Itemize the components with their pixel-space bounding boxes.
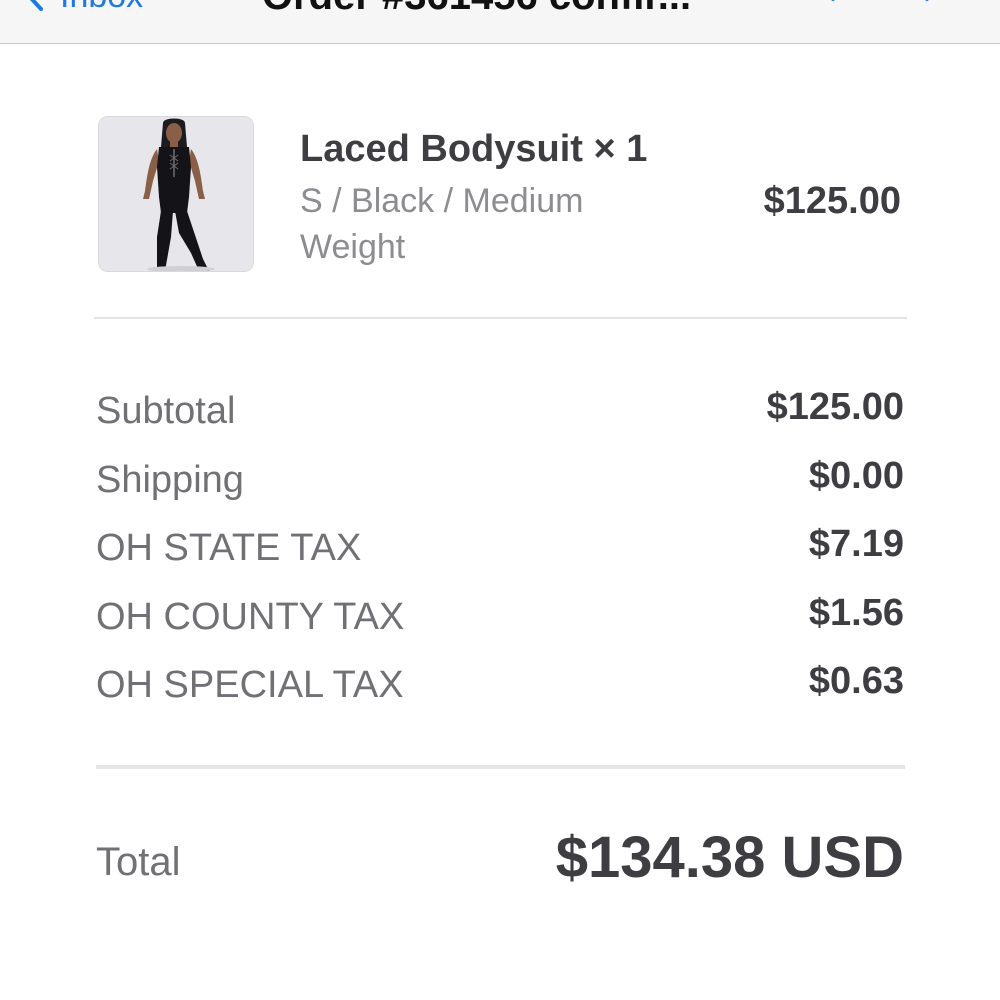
shipping-label: Shipping	[96, 459, 244, 501]
subtotal-row: Subtotal $125.00	[96, 386, 904, 434]
subtotal-value: $125.00	[766, 386, 904, 428]
special-tax-value: $0.63	[808, 660, 904, 702]
state-tax-row: OH STATE TAX $7.19	[96, 523, 904, 571]
reply-icon	[912, 0, 942, 8]
chevron-up-icon	[768, 0, 798, 8]
shipping-row: Shipping $0.00	[96, 455, 904, 503]
county-tax-value: $1.56	[808, 592, 904, 634]
order-confirmation-page: Inbox Order #361456 confir...	[0, 0, 1000, 1000]
shipping-value: $0.00	[808, 455, 904, 497]
subtotal-label: Subtotal	[96, 390, 236, 432]
back-label: Inbox	[60, 0, 143, 16]
county-tax-label: OH COUNTY TAX	[96, 596, 405, 638]
county-tax-row: OH COUNTY TAX $1.56	[96, 592, 904, 640]
chevron-left-icon	[26, 0, 44, 12]
total-value: $134.38 USD	[555, 825, 904, 890]
divider	[96, 765, 905, 769]
special-tax-row: OH SPECIAL TAX $0.63	[96, 660, 904, 708]
total-label: Total	[96, 840, 181, 884]
product-image	[98, 116, 254, 272]
state-tax-label: OH STATE TAX	[96, 527, 362, 569]
reply-button[interactable]	[912, 0, 942, 8]
special-tax-label: OH SPECIAL TAX	[96, 664, 404, 706]
email-subject-title: Order #361456 confir...	[262, 0, 691, 19]
product-price: $125.00	[763, 180, 901, 222]
divider	[94, 317, 907, 319]
bodysuit-figure-icon	[99, 117, 253, 271]
product-variant: S / Black / Medium Weight	[300, 182, 584, 266]
previous-message-button[interactable]	[768, 0, 798, 8]
back-to-inbox-button[interactable]: Inbox	[26, 0, 143, 16]
product-name: Laced Bodysuit × 1	[300, 128, 648, 170]
next-message-button[interactable]	[818, 0, 848, 8]
navigation-bar: Inbox Order #361456 confir...	[0, 0, 1000, 44]
state-tax-value: $7.19	[808, 523, 904, 565]
chevron-down-icon	[818, 0, 848, 8]
